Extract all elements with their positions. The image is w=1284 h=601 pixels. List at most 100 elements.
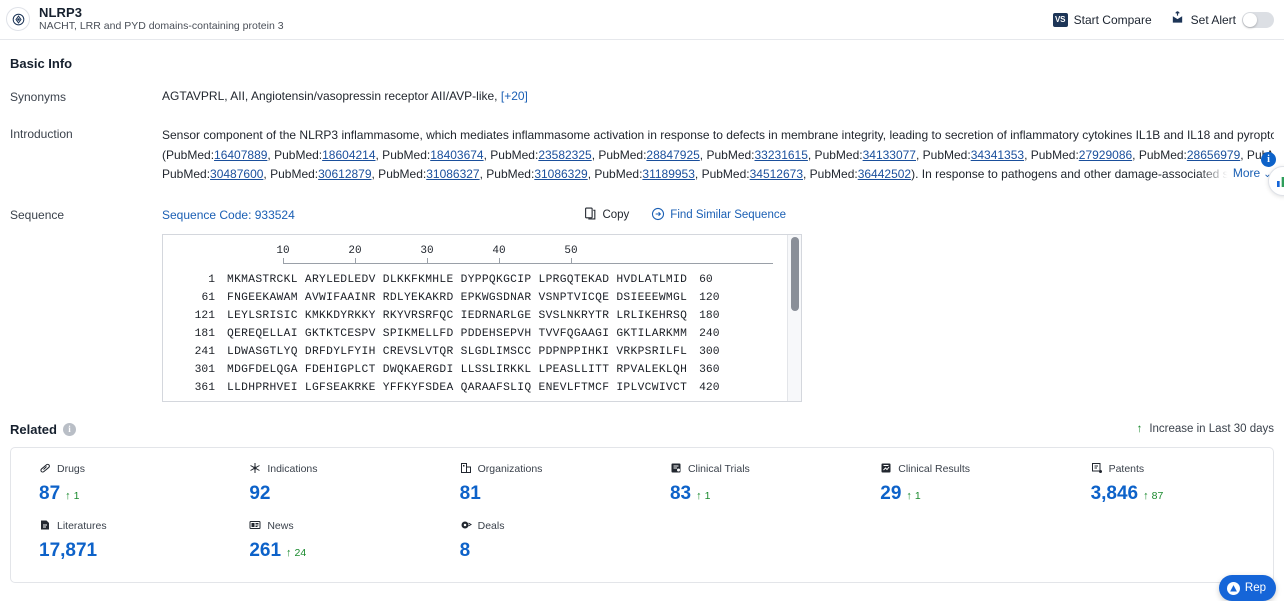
stat-head: Clinical Results xyxy=(880,462,1062,477)
report-button[interactable]: Rep xyxy=(1219,575,1276,601)
related-stat-literatures[interactable]: Literatures 17,871 xyxy=(11,519,221,562)
ruler-tick xyxy=(283,258,284,263)
ruler-line xyxy=(283,263,773,264)
stat-value-row: 3,846↑87 xyxy=(1091,483,1273,505)
stat-value-row: 87↑1 xyxy=(39,483,221,505)
find-similar-sequence-button[interactable]: Find Similar Sequence xyxy=(651,207,786,224)
sequence-start-index: 241 xyxy=(167,343,215,361)
stat-label: Organizations xyxy=(478,463,543,475)
pubmed-link[interactable]: 23582325 xyxy=(538,148,591,162)
sequence-code[interactable]: Sequence Code: 933524 xyxy=(162,208,295,222)
related-stat-clinical-results[interactable]: Clinical Results 29↑1 xyxy=(852,462,1062,505)
related-stat-clinical-trials[interactable]: Clinical Trials83↑1 xyxy=(642,462,852,505)
pubmed-link[interactable]: 28847925 xyxy=(646,148,699,162)
pubmed-link[interactable]: 18403674 xyxy=(430,148,483,162)
book-icon xyxy=(39,519,51,534)
help-notification-badge[interactable]: i xyxy=(1261,152,1276,167)
stat-value-row: 29↑1 xyxy=(880,483,1062,505)
related-stat-news[interactable]: News261↑24 xyxy=(221,519,431,562)
pubmed-link[interactable]: 27929086 xyxy=(1079,148,1132,162)
pubmed-link[interactable]: 31086327 xyxy=(426,167,479,181)
pubmed-link[interactable]: 34133077 xyxy=(863,148,916,162)
sequence-end-index: 60 xyxy=(699,271,713,289)
start-compare-button[interactable]: VS Start Compare xyxy=(1053,13,1152,27)
pubmed-link[interactable]: 31086329 xyxy=(534,167,587,181)
stat-value: 8 xyxy=(460,540,471,562)
sequence-line: 121LEYLSRISIC KMKKDYRKKY RKYVRSRFQC IEDR… xyxy=(163,307,801,325)
pubmed-link[interactable]: 28656979 xyxy=(1187,148,1240,162)
introduction-more-link[interactable]: More⌄⌄ xyxy=(1199,164,1274,185)
stat-label: Deals xyxy=(478,520,505,532)
pubmed-link[interactable]: 36442502 xyxy=(858,167,911,181)
sequence-line: 361LLDHPRHVEI LGFSEAKRKE YFFKYFSDEA QARA… xyxy=(163,379,801,397)
pubmed-link[interactable]: 34341353 xyxy=(971,148,1024,162)
ruler-tick xyxy=(571,258,572,263)
sequence-residues: LEYLSRISIC KMKKDYRKKY RKYVRSRFQC IEDRNAR… xyxy=(215,307,699,325)
related-stat-indications[interactable]: Indications 92 xyxy=(221,462,431,505)
synonyms-values: AGTAVPRL, AII, Angiotensin/vasopressin r… xyxy=(162,89,1274,104)
sequence-residues: LDWASGTLYQ DRFDYLFYIH CREVSLVTQR SLGDLIM… xyxy=(215,343,699,361)
sequence-viewer[interactable]: 1020304050 1MKMASTRCKL ARYLEDLEDV DLKKFK… xyxy=(162,234,802,402)
results-doc-icon xyxy=(880,462,892,477)
copy-button[interactable]: Copy xyxy=(584,207,629,223)
sequence-start-index: 181 xyxy=(167,325,215,343)
up-arrow-icon: ↑ xyxy=(1143,490,1149,502)
pill-icon xyxy=(39,462,51,477)
stat-head: Literatures xyxy=(39,519,221,534)
sequence-start-index: 121 xyxy=(167,307,215,325)
pubmed-link[interactable]: 30487600 xyxy=(210,167,263,181)
synonyms-row: Synonyms AGTAVPRL, AII, Angiotensin/vaso… xyxy=(0,89,1284,104)
synonym-item: AGTAVPRL, xyxy=(162,89,228,103)
ruler-number: 30 xyxy=(420,245,433,257)
set-alert-button[interactable]: Set Alert xyxy=(1170,11,1274,28)
stat-value: 92 xyxy=(249,483,270,505)
ruler-number: 50 xyxy=(564,245,577,257)
related-stat-patents[interactable]: Patents3,846↑87 xyxy=(1063,462,1273,505)
pubmed-link[interactable]: 31189953 xyxy=(642,167,695,181)
stat-delta: ↑1 xyxy=(65,490,79,502)
pubmed-link[interactable]: 16407889 xyxy=(214,148,267,162)
sequence-start-index: 301 xyxy=(167,361,215,379)
stat-delta-value: 24 xyxy=(295,547,307,559)
ruler-number: 20 xyxy=(348,245,361,257)
up-arrow-icon: ↑ xyxy=(65,490,71,502)
page-title: NLRP3 xyxy=(39,6,284,20)
sequence-line: 301MDGFDELQGA FDEHIGPLCT DWQKAERGDI LLSS… xyxy=(163,361,801,379)
related-stat-deals[interactable]: Deals 8 xyxy=(432,519,642,562)
sequence-scrollbar[interactable] xyxy=(787,235,801,401)
sequence-lines: 1MKMASTRCKL ARYLEDLEDV DLKKFKMHLE DYPPQK… xyxy=(163,271,801,397)
synonyms-more-link[interactable]: [+20] xyxy=(501,89,528,103)
up-arrow-icon: ↑ xyxy=(1137,423,1143,435)
stat-head: Organizations xyxy=(460,462,642,477)
stat-head: Deals xyxy=(460,519,642,534)
sequence-label: Sequence xyxy=(10,207,162,402)
pubmed-link[interactable]: 30612879 xyxy=(318,167,371,181)
pubmed-link[interactable]: 33231615 xyxy=(755,148,808,162)
stat-label: News xyxy=(267,520,293,532)
building-icon xyxy=(460,462,472,477)
synonym-item: Angiotensin/vasopressin receptor AII/AVP… xyxy=(251,89,498,103)
alert-toggle[interactable] xyxy=(1242,12,1274,28)
stat-value-row: 17,871 xyxy=(39,540,221,562)
stat-head: Clinical Trials xyxy=(670,462,852,477)
up-arrow-icon: ↑ xyxy=(906,490,912,502)
introduction-line-1: Sensor component of the NLRP3 inflammaso… xyxy=(162,126,1274,146)
stat-label: Literatures xyxy=(57,520,107,532)
pubmed-link[interactable]: 34512673 xyxy=(750,167,803,181)
increase-legend: ↑ Increase in Last 30 days xyxy=(1137,423,1274,435)
ruler-tick xyxy=(499,258,500,263)
stat-head: Drugs xyxy=(39,462,221,477)
sequence-end-index: 180 xyxy=(699,307,719,325)
sequence-residues: MDGFDELQGA FDEHIGPLCT DWQKAERGDI LLSSLIR… xyxy=(215,361,699,379)
ruler-number: 10 xyxy=(276,245,289,257)
stat-value: 3,846 xyxy=(1091,483,1139,505)
stat-head: Indications xyxy=(249,462,431,477)
set-alert-label: Set Alert xyxy=(1191,13,1236,27)
related-stat-drugs[interactable]: Drugs 87↑1 xyxy=(11,462,221,505)
pubmed-link[interactable]: 18604214 xyxy=(322,148,375,162)
introduction-row: Introduction Sensor component of the NLR… xyxy=(0,126,1284,185)
up-arrow-icon: ↑ xyxy=(286,547,292,559)
info-circle-icon[interactable]: i xyxy=(63,423,76,436)
scrollbar-thumb[interactable] xyxy=(791,237,799,311)
related-stat-organizations[interactable]: Organizations81 xyxy=(432,462,642,505)
